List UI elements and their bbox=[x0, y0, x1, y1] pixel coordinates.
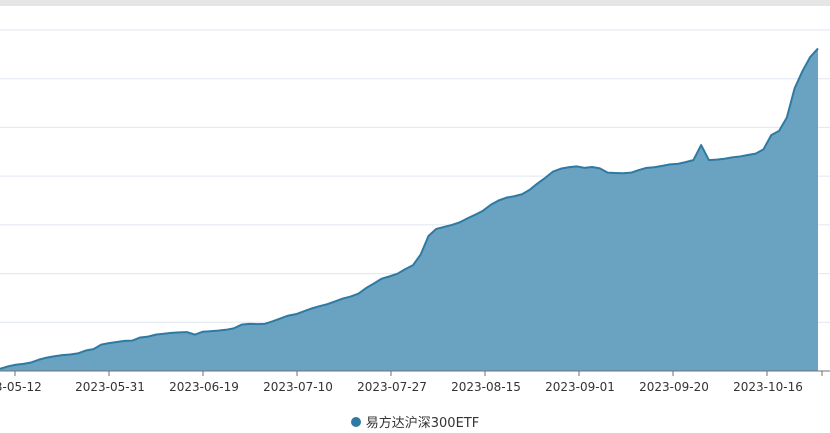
x-tick-label: 2023-09-20 bbox=[639, 380, 709, 394]
x-axis-ticks: 2023-05-12 2023-05-31 2023-06-19 2023-07-10… bbox=[0, 371, 823, 394]
area-chart: 2023-05-12 2023-05-31 2023-06-19 2023-07-10… bbox=[0, 29, 830, 394]
x-tick-label: 2023-07-27 bbox=[357, 380, 427, 394]
x-tick-label: 2023-06-19 bbox=[169, 380, 239, 394]
legend-label: 易方达沪深300ETF bbox=[365, 416, 480, 431]
x-tick-label: 2023-09-01 bbox=[545, 380, 615, 394]
legend[interactable]: 易方达沪深300ETF bbox=[0, 412, 830, 431]
chart-frame: 2023-05-12 2023-05-31 2023-06-19 2023-07-10… bbox=[0, 0, 830, 433]
legend-marker bbox=[350, 416, 361, 427]
x-tick-label: 2023-05-12 bbox=[0, 380, 42, 394]
x-tick-label: 2023-07-10 bbox=[263, 380, 333, 394]
x-tick-label: 2023-05-31 bbox=[75, 380, 145, 394]
x-tick-label: 2023-08-15 bbox=[451, 380, 521, 394]
x-tick-label: 2023-10-16 bbox=[733, 380, 803, 394]
